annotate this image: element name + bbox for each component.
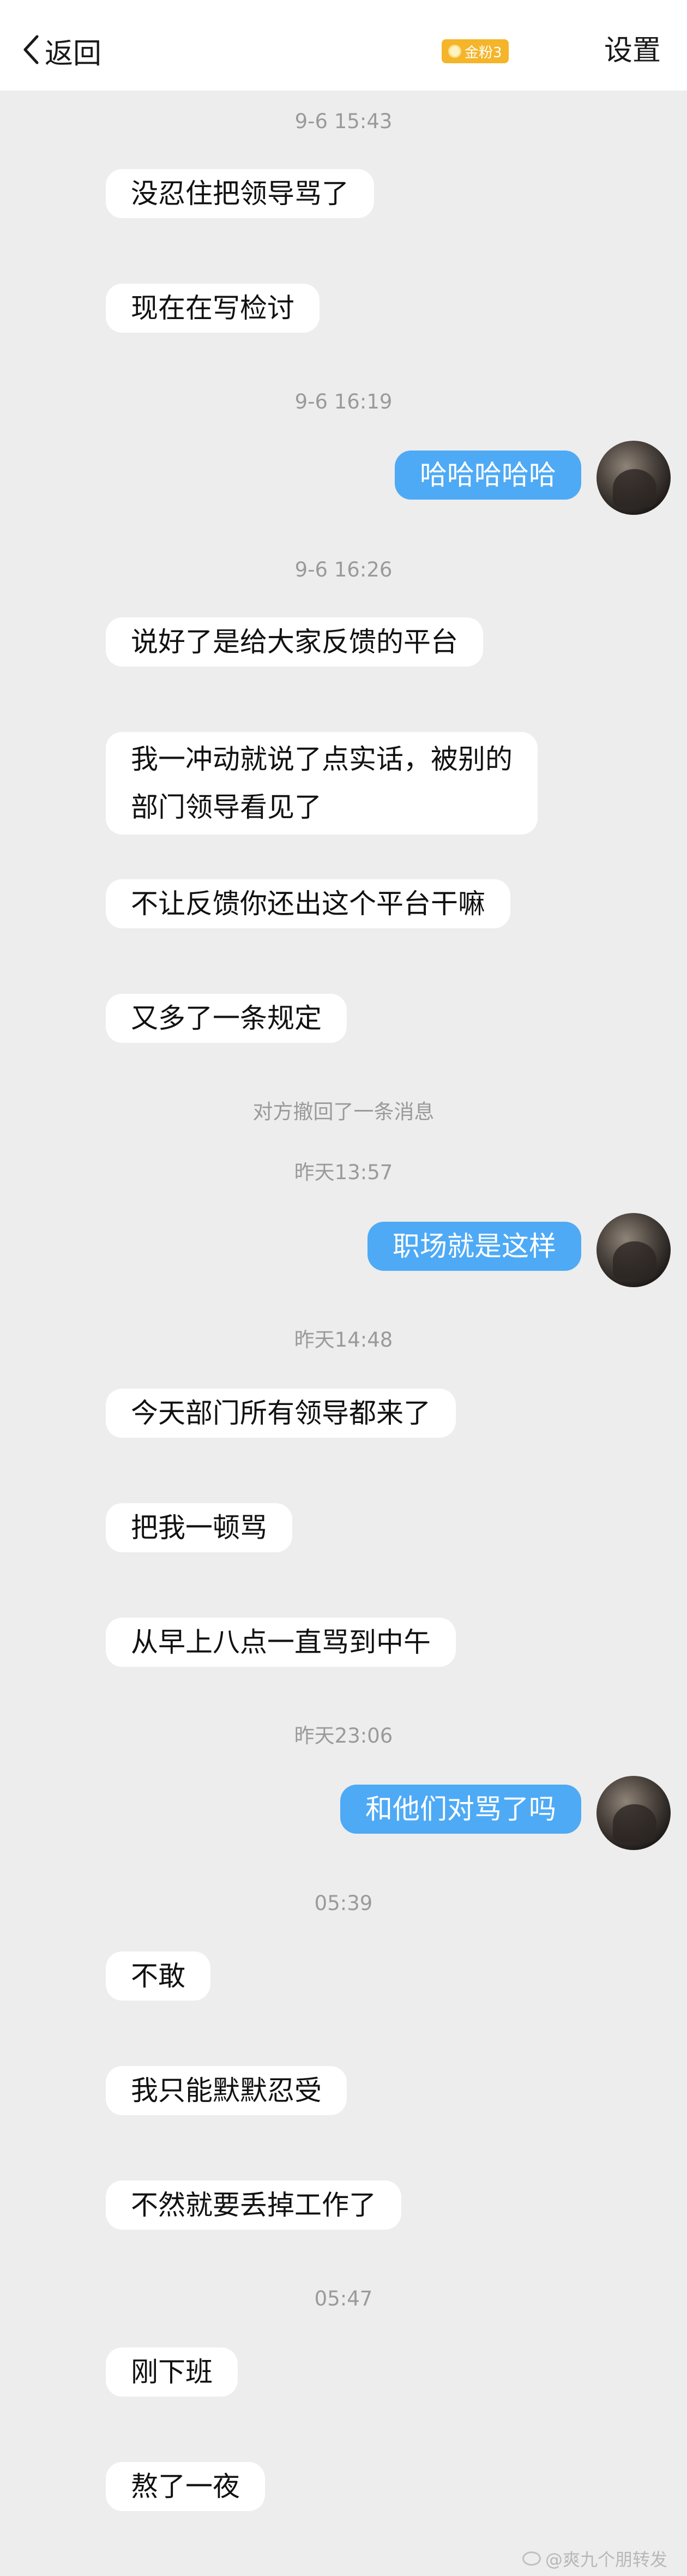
received-message[interactable]: 从早上八点一直骂到中午 [106, 1618, 456, 1667]
received-message[interactable]: 现在在写检讨 [106, 284, 320, 333]
message-line: 部门领导看见了 [131, 791, 322, 823]
timestamp: 昨天14:48 [294, 1328, 393, 1352]
back-label: 返回 [45, 37, 102, 70]
chevron-left-icon [22, 34, 40, 67]
received-message[interactable]: 把我一顿骂 [106, 1503, 292, 1552]
received-message[interactable]: 不让反馈你还出这个平台干嘛 [106, 879, 510, 928]
sent-message[interactable]: 职场就是这样 [367, 1222, 581, 1271]
timestamp: 05:47 [314, 2287, 373, 2310]
timestamp: 9-6 15:43 [294, 110, 393, 133]
timestamp: 昨天23:06 [294, 1724, 393, 1748]
watermark: @爽九个朋转发 [522, 2546, 667, 2571]
timestamp: 昨天13:57 [294, 1161, 393, 1184]
top-bar: 返回 金粉3 设置 [0, 0, 687, 91]
received-message[interactable]: 我一冲动就说了点实话，被别的 部门领导看见了 [106, 732, 538, 834]
avatar[interactable] [596, 1776, 671, 1850]
badge-label: 金粉3 [465, 44, 502, 61]
received-message[interactable]: 我只能默默忍受 [106, 2066, 347, 2115]
sent-message[interactable]: 和他们对骂了吗 [340, 1785, 581, 1834]
weibo-icon [522, 2551, 541, 2566]
sent-message[interactable]: 哈哈哈哈哈 [395, 451, 581, 500]
timestamp: 9-6 16:26 [294, 558, 393, 581]
received-message[interactable]: 不敢 [106, 1951, 210, 2001]
received-message[interactable]: 刚下班 [106, 2347, 238, 2397]
received-message[interactable]: 说好了是给大家反馈的平台 [106, 617, 483, 666]
settings-button[interactable]: 设置 [604, 32, 661, 70]
back-button[interactable]: 返回 [22, 32, 101, 70]
received-message[interactable]: 今天部门所有领导都来了 [106, 1389, 456, 1438]
received-message[interactable]: 又多了一条规定 [106, 994, 347, 1043]
avatar[interactable] [596, 441, 671, 515]
watermark-text: @爽九个朋转发 [545, 2549, 667, 2570]
received-message[interactable]: 不然就要丢掉工作了 [106, 2181, 401, 2230]
avatar[interactable] [596, 1213, 671, 1287]
recall-notice: 对方撤回了一条消息 [252, 1100, 435, 1124]
timestamp: 9-6 16:19 [294, 390, 393, 413]
received-message[interactable]: 没忍住把领导骂了 [106, 169, 374, 218]
coin-icon [448, 45, 461, 58]
message-line: 我一冲动就说了点实话，被别的 [131, 743, 513, 775]
received-message[interactable]: 熬了一夜 [106, 2462, 265, 2511]
fan-level-badge: 金粉3 [442, 39, 509, 63]
timestamp: 05:39 [314, 1892, 373, 1915]
